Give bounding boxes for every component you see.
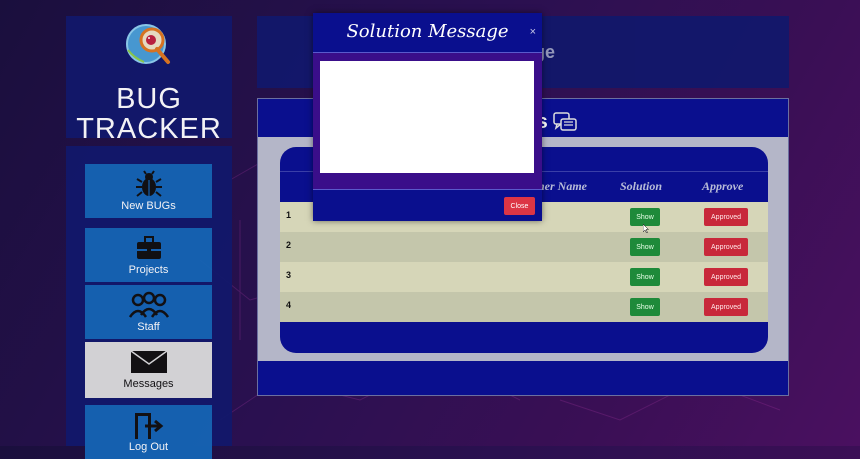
- sidebar-item-staff[interactable]: Staff: [85, 285, 212, 339]
- column-header-approve: Approve: [702, 179, 744, 193]
- row-number: 1: [286, 210, 292, 220]
- sidebar-item-projects[interactable]: Projects: [85, 228, 212, 282]
- modal-title: Solution Message: [346, 21, 509, 42]
- sidebar-item-label: Staff: [137, 321, 160, 333]
- envelope-icon: [130, 350, 167, 373]
- solution-message-content: [320, 61, 534, 173]
- solution-message-modal: Solution Message × Close: [313, 13, 542, 221]
- approved-button[interactable]: Approved: [704, 238, 748, 256]
- messages-panel-footer: [258, 361, 788, 395]
- row-number: 4: [286, 300, 292, 310]
- users-icon: [128, 291, 169, 318]
- sidebar-item-label: Messages: [123, 378, 174, 390]
- modal-header: Solution Message ×: [313, 13, 542, 51]
- column-header-owner-name: ner Name: [538, 179, 587, 193]
- brand-line-1: BUG: [116, 83, 182, 115]
- sidebar-item-label: Projects: [128, 264, 169, 276]
- approved-button[interactable]: Approved: [704, 298, 748, 316]
- table-row: 4 Show Approved: [280, 292, 768, 322]
- briefcase-icon: [136, 236, 161, 259]
- sidebar-item-messages[interactable]: Messages: [85, 342, 212, 398]
- sidebar-item-logout[interactable]: Log Out: [85, 405, 212, 459]
- show-solution-button[interactable]: Show: [630, 298, 660, 316]
- approved-button[interactable]: Approved: [704, 268, 748, 286]
- row-number: 3: [286, 270, 292, 280]
- modal-close-icon[interactable]: ×: [530, 26, 536, 38]
- sidebar-item-label: Log Out: [128, 441, 169, 453]
- bug-tracker-logo: [126, 24, 170, 64]
- table-row: 3 Show Approved: [280, 262, 768, 292]
- approved-button[interactable]: Approved: [704, 208, 748, 226]
- column-header-solution: Solution: [620, 179, 663, 193]
- sidebar-item-new-bugs[interactable]: New BUGs: [85, 164, 212, 218]
- sidebar-nav: New BUGs Projects Staff Messages Log Out: [66, 146, 232, 459]
- logo-panel: BUG TRACKER: [66, 16, 232, 144]
- bug-icon: [135, 170, 162, 197]
- show-solution-button[interactable]: Show: [630, 268, 660, 286]
- modal-close-button[interactable]: Close: [504, 197, 535, 215]
- sidebar-item-label: New BUGs: [121, 200, 176, 212]
- mouse-cursor-icon: [643, 224, 649, 233]
- row-number: 2: [286, 240, 292, 250]
- table-row: 2 Show Approved: [280, 232, 768, 262]
- brand-line-2: TRACKER: [76, 113, 222, 145]
- modal-body: [313, 52, 542, 190]
- logout-icon: [134, 413, 163, 439]
- chat-icon: [553, 111, 578, 131]
- show-solution-button[interactable]: Show: [630, 238, 660, 256]
